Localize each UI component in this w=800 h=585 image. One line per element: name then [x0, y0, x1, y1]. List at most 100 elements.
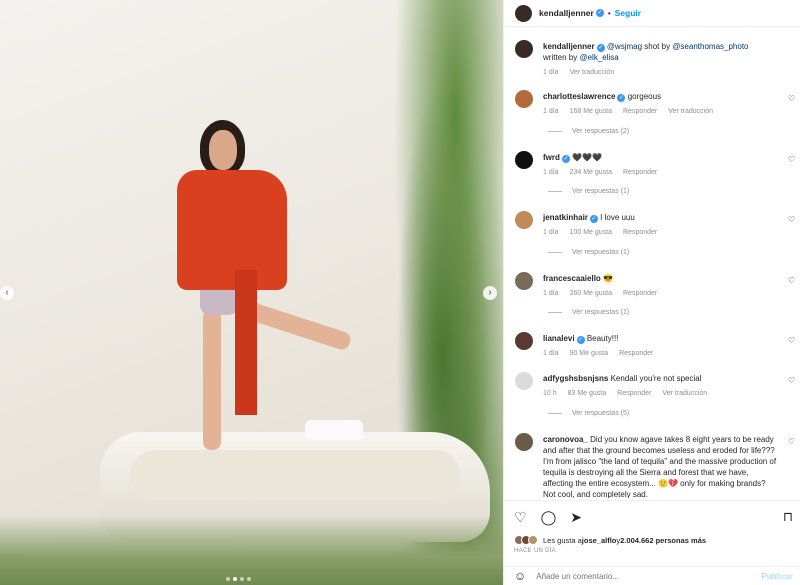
comment-likes[interactable]: 234 Me gusta	[570, 167, 612, 178]
verified-icon: ✓	[589, 215, 598, 223]
heart-icon[interactable]: ♡	[788, 437, 795, 446]
comment-text: Beauty!!!	[586, 334, 619, 343]
comment-composer: ☺ Publicar	[504, 566, 800, 585]
caption-text: shot by	[642, 42, 673, 51]
comment-likes[interactable]: 90 Me gusta	[570, 348, 609, 359]
comment-text: I love uuu	[600, 213, 635, 222]
publish-button[interactable]: Publicar	[761, 572, 793, 581]
commenter-avatar[interactable]	[515, 332, 533, 350]
mention-link[interactable]: @seanthomas_photo	[672, 42, 748, 51]
post-side-panel: kendalljenner ✓ • Seguir kendalljenner ✓ …	[503, 0, 800, 585]
post-timestamp[interactable]: HACE UN DÍA	[514, 548, 556, 554]
reply-button[interactable]: Responder	[623, 227, 657, 238]
replies-label[interactable]: Ver respuestas (1)	[572, 249, 629, 256]
comment-time[interactable]: 1 día	[543, 227, 559, 238]
post-actions: ♡ ◯ ➤ ⊓ Les gusta a jose_alflo y 2.004.6…	[504, 500, 800, 565]
comment-text: 😎	[603, 274, 614, 283]
commenter-avatar[interactable]	[515, 211, 533, 229]
commenter-avatar[interactable]	[515, 90, 533, 108]
view-replies-button[interactable]: Ver respuestas (5)	[548, 410, 629, 417]
reply-button[interactable]: Responder	[623, 167, 657, 178]
comment-time[interactable]: 1 día	[543, 348, 559, 359]
reply-button[interactable]: Responder	[623, 288, 657, 299]
heart-icon[interactable]: ♡	[788, 94, 795, 103]
comment-text: Did you know agave takes 8 eight years t…	[543, 435, 777, 498]
translate-button[interactable]: Ver traducción	[570, 67, 615, 78]
author-username[interactable]: kendalljenner	[539, 8, 594, 18]
comment-time[interactable]: 1 día	[543, 106, 559, 117]
likes-count[interactable]: 2.004.662 personas más	[620, 536, 706, 545]
caption-username[interactable]: kendalljenner	[543, 42, 595, 51]
heart-icon[interactable]: ♡	[788, 155, 795, 164]
view-replies-button[interactable]: Ver respuestas (1)	[548, 309, 629, 316]
likes-prefix: Les gusta a	[543, 535, 582, 545]
author-avatar[interactable]	[515, 40, 533, 58]
reply-button[interactable]: Responder	[623, 106, 657, 117]
author-avatar[interactable]	[515, 4, 532, 22]
model-figure	[175, 120, 363, 450]
reply-button[interactable]: Responder	[617, 388, 651, 399]
mention-link[interactable]: @wsjmag	[607, 42, 642, 51]
comment-text: 🖤🖤🖤	[572, 153, 603, 162]
verified-icon: ✓	[561, 155, 570, 163]
commenter-username[interactable]: fwrd	[543, 153, 560, 162]
carousel-dots	[226, 577, 251, 581]
reply-button[interactable]: Responder	[619, 348, 653, 359]
comment-likes[interactable]: 168 Me gusta	[570, 106, 612, 117]
commenter-username[interactable]: charlotteslawrence	[543, 92, 615, 101]
view-replies-button[interactable]: Ver respuestas (1)	[548, 188, 629, 195]
commenter-avatar[interactable]	[515, 372, 533, 390]
comment-icon[interactable]: ◯	[541, 509, 557, 526]
next-image-button[interactable]: ›	[483, 286, 497, 300]
comment-input[interactable]	[536, 571, 757, 581]
caption-text: written by	[543, 53, 580, 62]
verified-icon: ✓	[596, 44, 605, 52]
translate-button[interactable]: Ver traducción	[662, 388, 707, 399]
follow-button[interactable]: Seguir	[615, 8, 641, 18]
likes-summary[interactable]: Les gusta a jose_alflo y 2.004.662 perso…	[514, 535, 706, 545]
replies-label[interactable]: Ver respuestas (2)	[572, 128, 629, 135]
replies-label[interactable]: Ver respuestas (1)	[572, 188, 629, 195]
commenter-username[interactable]: adfygshsbsnjsns	[543, 374, 608, 383]
view-replies-button[interactable]: Ver respuestas (1)	[548, 249, 629, 256]
comment-likes[interactable]: 83 Me gusta	[568, 388, 607, 399]
post-image[interactable]: ‹ ›	[0, 0, 503, 585]
emoji-icon[interactable]: ☺	[514, 569, 526, 583]
liker-username[interactable]: jose_alflo	[582, 536, 617, 545]
commenter-username[interactable]: francescaaiello	[543, 274, 601, 283]
commenter-avatar[interactable]	[515, 151, 533, 169]
grass	[0, 515, 503, 585]
prev-image-button[interactable]: ‹	[0, 286, 14, 300]
comment-text: Kendall you're not special	[610, 374, 702, 383]
comment-time[interactable]: 1 día	[543, 288, 559, 299]
commenter-username[interactable]: caronovoa_	[543, 435, 588, 444]
comment-time[interactable]: 10 h	[543, 388, 557, 399]
heart-icon[interactable]: ♡	[788, 215, 795, 224]
bookmark-icon[interactable]: ⊓	[783, 509, 793, 525]
heart-icon[interactable]: ♡	[514, 509, 527, 526]
post-header: kendalljenner ✓ • Seguir	[504, 0, 800, 27]
replies-label[interactable]: Ver respuestas (5)	[572, 410, 629, 417]
mention-link[interactable]: @elk_elisa	[579, 53, 618, 62]
commenter-username[interactable]: lianalevi	[543, 334, 575, 343]
comment-time[interactable]: 1 día	[543, 67, 559, 78]
heart-icon[interactable]: ♡	[788, 336, 795, 345]
comment-text: gorgeous	[627, 92, 662, 101]
replies-label[interactable]: Ver respuestas (1)	[572, 309, 629, 316]
view-replies-button[interactable]: Ver respuestas (2)	[548, 128, 629, 135]
verified-icon: ✓	[617, 94, 626, 102]
liker-avatars	[514, 535, 538, 545]
translate-button[interactable]: Ver traducción	[668, 106, 713, 117]
comment-likes[interactable]: 100 Me gusta	[570, 227, 612, 238]
verified-icon: ✓	[595, 9, 604, 17]
comment-time[interactable]: 1 día	[543, 167, 559, 178]
verified-icon: ✓	[576, 336, 585, 344]
comment-likes[interactable]: 260 Me gusta	[570, 288, 612, 299]
comments-list[interactable]: kendalljenner ✓ @wsjmag shot by @seanthom…	[504, 28, 800, 498]
commenter-username[interactable]: jenatkinhair	[543, 213, 588, 222]
commenter-avatar[interactable]	[515, 433, 533, 451]
share-icon[interactable]: ➤	[570, 509, 582, 526]
heart-icon[interactable]: ♡	[788, 276, 795, 285]
commenter-avatar[interactable]	[515, 272, 533, 290]
heart-icon[interactable]: ♡	[788, 376, 795, 385]
